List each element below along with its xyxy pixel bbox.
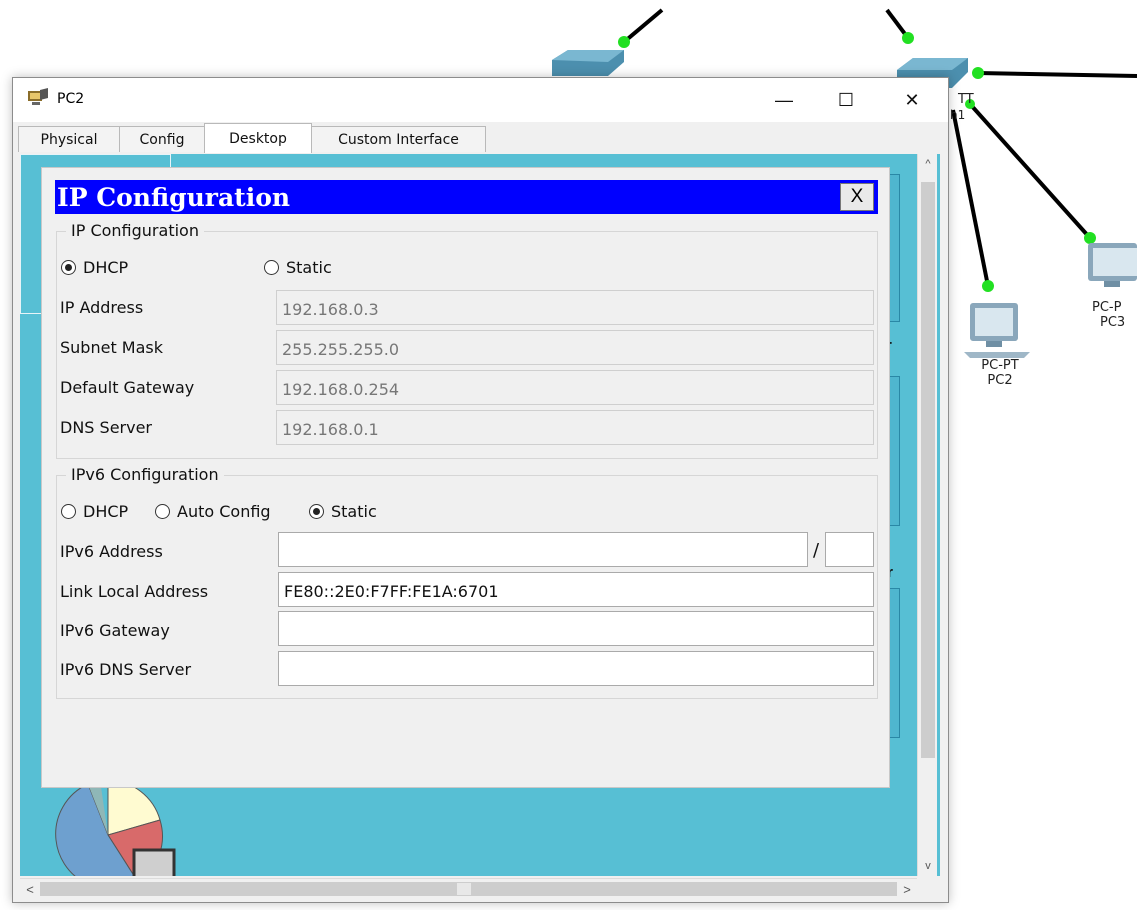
ip-configuration-header: IP Configuration X	[55, 180, 878, 214]
ipv6-address-field[interactable]	[278, 532, 808, 567]
link-local-address-field[interactable]: FE80::2E0:F7FF:FE1A:6701	[278, 572, 874, 607]
scroll-grip	[457, 883, 471, 895]
switch-label-fragment-2: h1	[950, 108, 965, 123]
radio-selected-icon	[61, 260, 76, 275]
window-title: PC2	[57, 91, 85, 107]
pc2-device-label: PC-PT PC2	[972, 358, 1028, 388]
pc3-name-label: PC3	[1100, 315, 1126, 330]
tab-custom-interface[interactable]: Custom Interface	[311, 126, 486, 152]
pc2-model-label: PC-PT	[981, 358, 1019, 373]
link-dot	[972, 67, 984, 79]
ipv6-address-label: IPv6 Address	[60, 542, 163, 561]
ipv6-dhcp-label: DHCP	[83, 502, 129, 521]
pc2-name-label: PC2	[987, 373, 1013, 388]
maximize-button[interactable]: ☐	[823, 84, 869, 116]
ipv6-auto-config-label: Auto Config	[177, 502, 271, 521]
tab-bar: Physical Config Desktop Custom Interface	[18, 123, 486, 153]
ipv6-gateway-field[interactable]	[278, 611, 874, 646]
horizontal-scrollbar[interactable]: < >	[20, 878, 917, 898]
switch-label-fragment: TT	[958, 92, 974, 107]
switch-left-icon[interactable]	[552, 50, 624, 76]
default-gateway-label: Default Gateway	[60, 378, 195, 397]
dns-server-label: DNS Server	[60, 418, 152, 437]
ipv4-group-legend: IP Configuration	[66, 221, 204, 240]
ipv4-static-radio[interactable]: Static	[264, 258, 332, 277]
radio-selected-icon	[309, 504, 324, 519]
ip-configuration-close-button[interactable]: X	[840, 183, 874, 211]
ip-address-field[interactable]: 192.168.0.3	[276, 290, 874, 325]
tab-config[interactable]: Config	[119, 126, 205, 152]
ipv6-dhcp-radio[interactable]: DHCP	[61, 502, 128, 521]
pie-chart-icon	[55, 780, 176, 876]
ipv6-static-label: Static	[331, 502, 377, 521]
window-titlebar[interactable]: PC2 — ☐ ✕	[13, 78, 948, 122]
ipv4-dhcp-label: DHCP	[83, 258, 129, 277]
dns-server-field[interactable]: 192.168.0.1	[276, 410, 874, 445]
radio-unselected-icon	[264, 260, 279, 275]
subnet-mask-field[interactable]: 255.255.255.0	[276, 330, 874, 365]
scroll-right-button[interactable]: >	[897, 879, 917, 899]
link-switch-pc3	[968, 102, 1092, 240]
ipv6-config-group: IPv6 Configuration DHCP Auto Config Stat…	[56, 465, 878, 699]
pc3-device-label: PC-P PC3	[1092, 300, 1137, 330]
ipv4-static-label: Static	[286, 258, 332, 277]
pc3-model-label: PC-P	[1092, 300, 1122, 315]
tab-physical[interactable]: Physical	[18, 126, 120, 152]
ipv6-dns-server-field[interactable]	[278, 651, 874, 686]
vertical-scrollbar[interactable]: ^ v	[917, 154, 937, 876]
link-switch-pc2	[951, 109, 990, 287]
ipv6-prefix-separator: /	[813, 540, 820, 561]
radio-unselected-icon	[155, 504, 170, 519]
link-dot	[618, 36, 630, 48]
switch-label-line1: TT	[958, 92, 974, 107]
pc2-device-icon[interactable]	[964, 303, 1030, 358]
ipv6-group-legend: IPv6 Configuration	[66, 465, 224, 484]
link-left-switch-top	[622, 8, 664, 44]
link-dot	[982, 280, 994, 292]
scroll-left-button[interactable]: <	[20, 879, 40, 899]
stage: PC-PT PC2 PC-P PC3 TT h1 PC2 — ☐ ✕ Physi…	[0, 0, 1137, 910]
pc-app-icon	[28, 88, 48, 105]
minimize-button[interactable]: —	[761, 84, 807, 116]
scroll-down-button[interactable]: v	[918, 856, 938, 876]
ip-configuration-dialog: IP Configuration X IP Configuration DHCP…	[41, 167, 890, 788]
ip-address-label: IP Address	[60, 298, 144, 317]
vertical-scroll-thumb[interactable]	[921, 182, 935, 758]
ipv6-auto-config-radio[interactable]: Auto Config	[155, 502, 271, 521]
subnet-mask-label: Subnet Mask	[60, 338, 164, 357]
ipv6-static-radio[interactable]: Static	[309, 502, 377, 521]
tab-desktop[interactable]: Desktop	[204, 123, 312, 153]
ipv6-prefix-field[interactable]	[825, 532, 874, 567]
link-dot	[902, 32, 914, 44]
ip-configuration-title: IP Configuration	[57, 183, 291, 212]
ipv6-gateway-label: IPv6 Gateway	[60, 621, 170, 640]
scroll-up-button[interactable]: ^	[918, 154, 938, 174]
link-switch-east	[977, 71, 1137, 78]
link-local-address-label: Link Local Address	[60, 582, 209, 601]
default-gateway-field[interactable]: 192.168.0.254	[276, 370, 874, 405]
ipv6-dns-server-label: IPv6 DNS Server	[60, 660, 192, 679]
link-dot	[1084, 232, 1096, 244]
close-window-button[interactable]: ✕	[889, 84, 935, 116]
pc3-device-icon[interactable]	[1088, 243, 1137, 287]
ipv4-dhcp-radio[interactable]: DHCP	[61, 258, 128, 277]
ipv4-config-group: IP Configuration DHCP Static IP Address …	[56, 221, 878, 459]
switch-label-line2: h1	[950, 108, 966, 122]
radio-unselected-icon	[61, 504, 76, 519]
